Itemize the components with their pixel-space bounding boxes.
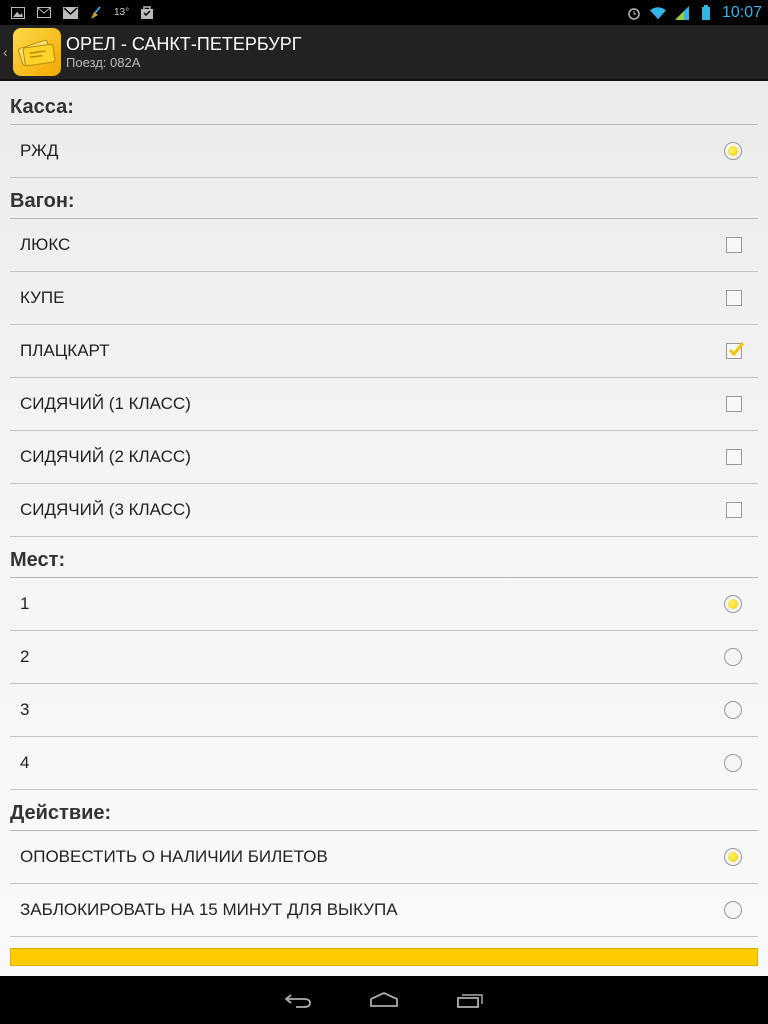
deystvie-option-block[interactable]: ЗАБЛОКИРОВАТЬ НА 15 МИНУТ ДЛЯ ВЫКУПА: [10, 884, 758, 937]
mest-option-4[interactable]: 4: [10, 737, 758, 790]
settings-list: Касса: РЖД Вагон: ЛЮКС КУПЕ ПЛАЦКАРТ СИД…: [10, 81, 758, 937]
clock-time: 10:07: [721, 3, 762, 21]
option-label: СИДЯЧИЙ (2 КЛАСС): [20, 447, 191, 466]
option-label: ЗАБЛОКИРОВАТЬ НА 15 МИНУТ ДЛЯ ВЫКУПА: [20, 900, 398, 919]
navigation-bar: [0, 976, 768, 1024]
image-icon: [10, 6, 26, 20]
checkbox-unchecked[interactable]: [726, 290, 742, 306]
temperature-text: 13°: [114, 7, 130, 18]
app-logo-icon[interactable]: [13, 28, 61, 76]
option-label: 1: [20, 594, 30, 613]
mail-icon: [36, 6, 52, 20]
radio-button-selected[interactable]: [724, 848, 742, 866]
checkbox-unchecked[interactable]: [726, 502, 742, 518]
signal-icon: [674, 5, 690, 20]
back-icon[interactable]: [282, 988, 314, 1012]
option-label: РЖД: [20, 141, 59, 160]
gmail-icon: [62, 6, 78, 20]
option-label: ОПОВЕСТИТЬ О НАЛИЧИИ БИЛЕТОВ: [20, 847, 328, 866]
option-label: 3: [20, 700, 30, 719]
option-label: КУПЕ: [20, 288, 65, 307]
option-label: 4: [20, 753, 30, 772]
vagon-option-platskart[interactable]: ПЛАЦКАРТ: [10, 325, 758, 378]
mest-option-1[interactable]: 1: [10, 578, 758, 631]
checkbox-unchecked[interactable]: [726, 396, 742, 412]
section-header-mest: Мест:: [10, 537, 758, 578]
radio-button[interactable]: [724, 901, 742, 919]
vagon-option-sid-2[interactable]: СИДЯЧИЙ (2 КЛАСС): [10, 431, 758, 484]
radio-button-selected[interactable]: [724, 142, 742, 160]
checkbox-checked[interactable]: [726, 342, 744, 359]
action-bar: ‹ ОРЕЛ - САНКТ-ПЕТЕРБУРГ Поезд: 082А: [0, 25, 768, 81]
battery-icon: [698, 5, 714, 20]
bag-icon: [139, 6, 155, 20]
broom-icon: [88, 5, 104, 20]
train-number: Поезд: 082А: [66, 55, 141, 70]
checkbox-unchecked[interactable]: [726, 449, 742, 465]
route-title: ОРЕЛ - САНКТ-ПЕТЕРБУРГ: [66, 34, 302, 54]
option-label: 2: [20, 647, 30, 666]
radio-button[interactable]: [724, 754, 742, 772]
section-header-deystvie: Действие:: [10, 790, 758, 831]
option-label: ПЛАЦКАРТ: [20, 341, 110, 360]
vagon-option-sid-3[interactable]: СИДЯЧИЙ (3 КЛАСС): [10, 484, 758, 537]
section-header-kassa: Касса:: [10, 81, 758, 125]
section-header-vagon: Вагон:: [10, 178, 758, 219]
status-bar: 13° 10:07: [0, 0, 768, 25]
deystvie-option-notify[interactable]: ОПОВЕСТИТЬ О НАЛИЧИИ БИЛЕТОВ: [10, 831, 758, 884]
radio-button[interactable]: [724, 701, 742, 719]
up-chevron-icon[interactable]: ‹: [3, 44, 13, 60]
mest-option-2[interactable]: 2: [10, 631, 758, 684]
vagon-option-kupe[interactable]: КУПЕ: [10, 272, 758, 325]
option-label: СИДЯЧИЙ (1 КЛАСС): [20, 394, 191, 413]
radio-button-selected[interactable]: [724, 595, 742, 613]
vagon-option-lux[interactable]: ЛЮКС: [10, 219, 758, 272]
radio-button[interactable]: [724, 648, 742, 666]
recent-apps-icon[interactable]: [454, 988, 486, 1012]
checkbox-unchecked[interactable]: [726, 237, 742, 253]
mest-option-3[interactable]: 3: [10, 684, 758, 737]
option-label: СИДЯЧИЙ (3 КЛАСС): [20, 500, 191, 519]
home-icon[interactable]: [368, 988, 400, 1012]
option-label: ЛЮКС: [20, 235, 71, 254]
checkmark-icon: [728, 342, 744, 357]
vagon-option-sid-1[interactable]: СИДЯЧИЙ (1 КЛАСС): [10, 378, 758, 431]
alarm-icon: [626, 6, 642, 20]
wifi-icon: [649, 6, 666, 20]
kassa-option-rzd[interactable]: РЖД: [10, 125, 758, 178]
action-button[interactable]: [10, 948, 758, 966]
